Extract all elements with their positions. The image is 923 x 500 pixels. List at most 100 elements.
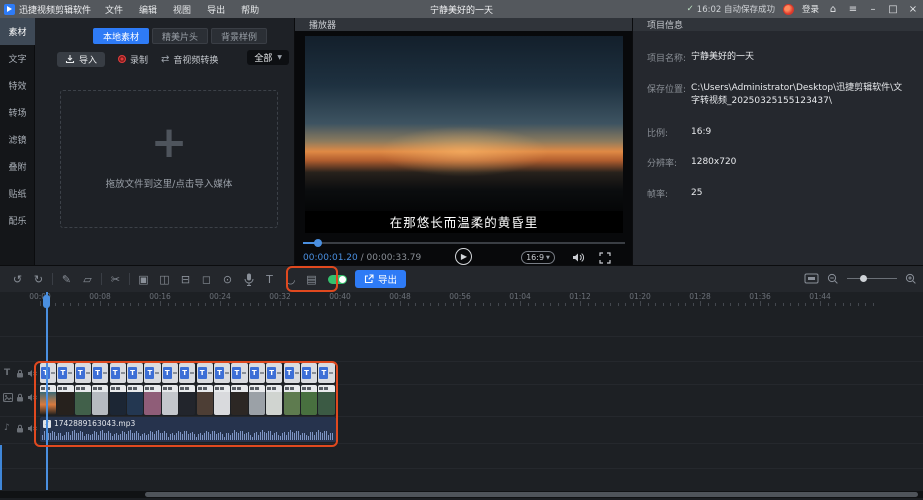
video-clip[interactable] bbox=[92, 385, 108, 415]
zoom-slider-knob[interactable] bbox=[860, 275, 867, 282]
seek-bar[interactable] bbox=[303, 239, 625, 247]
crop-icon[interactable]: ▣ bbox=[133, 273, 154, 286]
duplicate-icon[interactable]: ▱ bbox=[77, 273, 98, 286]
undo-icon[interactable]: ↺ bbox=[7, 273, 28, 286]
text-clip[interactable]: T bbox=[231, 363, 247, 383]
horizontal-scrollbar[interactable] bbox=[0, 491, 923, 498]
text-clip[interactable]: T bbox=[57, 363, 73, 383]
zoom-out-icon[interactable] bbox=[827, 273, 839, 285]
redo-icon[interactable]: ↻ bbox=[28, 273, 49, 286]
subtitle-icon[interactable]: T bbox=[259, 273, 280, 286]
menu-编辑[interactable]: 编辑 bbox=[139, 6, 157, 16]
mic-icon[interactable] bbox=[238, 273, 259, 286]
video-clip[interactable] bbox=[75, 385, 91, 415]
video-clip[interactable] bbox=[249, 385, 265, 415]
playhead-handle[interactable] bbox=[43, 295, 50, 308]
text-clip[interactable]: T bbox=[179, 363, 195, 383]
text-clip[interactable]: T bbox=[162, 363, 178, 383]
mirror-icon[interactable]: ◫ bbox=[154, 273, 175, 286]
player-panel: 播放器 在那悠长而温柔的黄昏里 00:00:01.20 / 00:00:33.7… bbox=[295, 18, 633, 265]
video-clip[interactable] bbox=[57, 385, 73, 415]
close-button[interactable]: × bbox=[907, 4, 919, 15]
text-clip[interactable]: T bbox=[284, 363, 300, 383]
pip-icon[interactable]: ▤ bbox=[301, 273, 322, 286]
maximize-button[interactable]: □ bbox=[887, 4, 899, 15]
text-clip[interactable]: T bbox=[110, 363, 126, 383]
home-icon[interactable]: ⌂ bbox=[827, 4, 839, 15]
tab-背景样例[interactable]: 背景样例 bbox=[211, 28, 267, 44]
aspect-ratio-dropdown[interactable]: 16:9 ▼ bbox=[521, 251, 555, 264]
text-clip[interactable]: T bbox=[266, 363, 282, 383]
fullscreen-icon[interactable] bbox=[599, 252, 611, 264]
video-clip[interactable] bbox=[284, 385, 300, 415]
video-clip[interactable] bbox=[318, 385, 334, 415]
sidebar-item-叠附[interactable]: 叠附 bbox=[0, 153, 35, 180]
menu-文件[interactable]: 文件 bbox=[105, 6, 123, 16]
text-clip-label bbox=[260, 372, 264, 374]
text-clip[interactable]: T bbox=[92, 363, 108, 383]
user-label[interactable]: 登录 bbox=[802, 3, 819, 15]
text-clip[interactable]: T bbox=[214, 363, 230, 383]
seek-knob[interactable] bbox=[314, 239, 322, 247]
text-clip[interactable]: T bbox=[301, 363, 317, 383]
export-button[interactable]: 导出 bbox=[355, 270, 406, 288]
play-button[interactable]: ▶ bbox=[455, 248, 472, 265]
text-clip[interactable]: T bbox=[40, 363, 56, 383]
text-clip[interactable]: T bbox=[249, 363, 265, 383]
sidebar-item-滤镜[interactable]: 滤镜 bbox=[0, 126, 35, 153]
video-clip[interactable] bbox=[214, 385, 230, 415]
menu-导出[interactable]: 导出 bbox=[207, 6, 225, 16]
media-dropzone[interactable]: + 拖放文件到这里/点击导入媒体 bbox=[60, 90, 278, 228]
delete-icon[interactable]: ⊟ bbox=[175, 273, 196, 286]
menu-视图[interactable]: 视图 bbox=[173, 6, 191, 16]
text-clip[interactable]: T bbox=[318, 363, 334, 383]
text-clip[interactable]: T bbox=[197, 363, 213, 383]
sidebar-item-文字[interactable]: 文字 bbox=[0, 45, 35, 72]
filter-dropdown[interactable]: 全部 ▼ bbox=[247, 50, 289, 65]
speed-icon[interactable]: ⊙ bbox=[217, 273, 238, 286]
sidebar-item-特效[interactable]: 特效 bbox=[0, 72, 35, 99]
video-clip[interactable] bbox=[231, 385, 247, 415]
text-clip[interactable]: T bbox=[127, 363, 143, 383]
sidebar-item-贴纸[interactable]: 贴纸 bbox=[0, 180, 35, 207]
hamburger-menu-icon[interactable]: ≡ bbox=[847, 4, 859, 15]
video-clip[interactable] bbox=[40, 385, 56, 415]
plus-icon: + bbox=[151, 128, 188, 158]
menu-帮助[interactable]: 帮助 bbox=[241, 6, 259, 16]
audio-clip[interactable]: ♪ 1742889163043.mp3 bbox=[40, 417, 336, 442]
scrollbar-thumb[interactable] bbox=[145, 492, 918, 497]
record-button[interactable]: 录制 bbox=[118, 53, 148, 66]
avatar[interactable] bbox=[783, 4, 794, 15]
timeline-zoom-slider[interactable] bbox=[847, 275, 897, 283]
tab-精美片头[interactable]: 精美片头 bbox=[152, 28, 208, 44]
video-preview[interactable]: 在那悠长而温柔的黄昏里 bbox=[305, 36, 623, 233]
video-clip[interactable] bbox=[179, 385, 195, 415]
sidebar-item-配乐[interactable]: 配乐 bbox=[0, 207, 35, 234]
text-clip-label bbox=[86, 372, 90, 374]
video-clip[interactable] bbox=[197, 385, 213, 415]
tab-本地素材[interactable]: 本地素材 bbox=[93, 28, 149, 44]
sidebar-item-素材[interactable]: 素材 bbox=[0, 18, 35, 45]
text-clip[interactable]: T bbox=[144, 363, 160, 383]
edit-icon[interactable]: ✎ bbox=[56, 273, 77, 286]
import-button[interactable]: 导入 bbox=[57, 52, 105, 67]
freeze-icon[interactable]: ◻ bbox=[196, 273, 217, 286]
convert-button[interactable]: ⇄ 音视频转换 bbox=[161, 53, 218, 66]
minimize-button[interactable]: – bbox=[867, 4, 879, 15]
text-clip[interactable]: T bbox=[75, 363, 91, 383]
mark-icon[interactable]: ◡ bbox=[280, 273, 301, 286]
video-clip[interactable] bbox=[144, 385, 160, 415]
volume-icon[interactable] bbox=[572, 252, 585, 263]
sidebar-item-转场[interactable]: 转场 bbox=[0, 99, 35, 126]
video-clip[interactable] bbox=[301, 385, 317, 415]
auto-ripple-toggle[interactable] bbox=[328, 275, 347, 284]
video-clip[interactable] bbox=[162, 385, 178, 415]
video-clip[interactable] bbox=[266, 385, 282, 415]
autosave-status: ✓ 16:02 自动保存成功 bbox=[687, 3, 775, 15]
video-clip[interactable] bbox=[127, 385, 143, 415]
text-clip-label bbox=[68, 372, 72, 374]
fit-timeline-icon[interactable] bbox=[804, 273, 819, 284]
video-clip[interactable] bbox=[110, 385, 126, 415]
zoom-in-icon[interactable] bbox=[905, 273, 917, 285]
split-icon[interactable]: ✂ bbox=[105, 273, 126, 286]
